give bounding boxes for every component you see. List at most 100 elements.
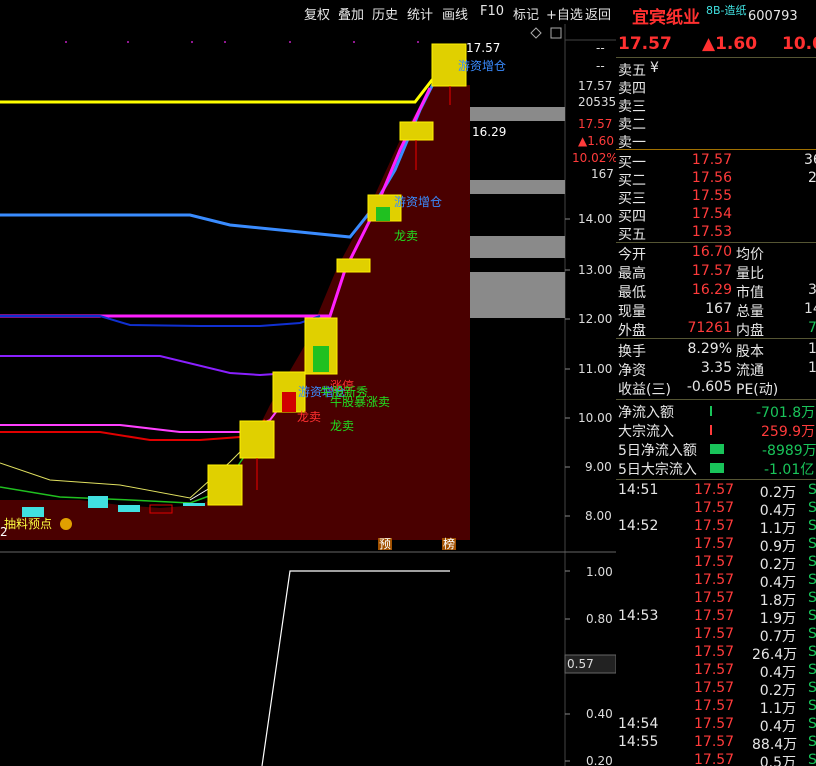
indicator-line [261, 570, 450, 766]
info-value: -- [596, 59, 605, 73]
toolbar-history-button[interactable]: 历史 [372, 4, 398, 23]
ma-line-white [189, 487, 211, 501]
quote-row: 收益(三) -0.605 PE(动) [618, 379, 779, 398]
info-value: ▲1.60 [578, 134, 614, 148]
indicator-current-value: 0.57 [567, 657, 594, 671]
toolbar-f10-button[interactable]: F10 [480, 4, 504, 19]
toolbar-overlay-button[interactable]: 叠加 [338, 4, 364, 23]
quote-row: 今开 16.70 均价 [618, 244, 764, 263]
flow-row: 5日大宗流入 -1.01亿 [618, 462, 815, 478]
tick-row: 14:51 17.57 0.2万 S [618, 482, 816, 501]
annotation-label: 龙卖 [394, 229, 418, 243]
annotation-label: 龙卖 [297, 410, 321, 424]
price-axis: 14.00 13.00 12.00 11.00 10.00 9.00 8.00 [578, 212, 612, 523]
tick-row: 17.57 0.9万 S [694, 536, 816, 555]
price-change: ▲1.60 [702, 34, 758, 54]
toolbar-fuquan-button[interactable]: 复权 [304, 4, 330, 23]
price-axis-label: 14.00 [578, 212, 612, 226]
current-price: 17.57 [618, 34, 672, 54]
annotation-label: 游资增仓 [458, 59, 506, 73]
info-value: 17.57 [578, 79, 612, 93]
event-icon[interactable] [60, 518, 72, 530]
ma-line-red [0, 419, 266, 441]
ma-line-purple [0, 355, 291, 377]
stock-header[interactable]: 宜宾纸业 8B-造纸 600793 [616, 0, 816, 30]
flow-row: 大宗流入 259.9万 [618, 424, 816, 440]
price-axis-label: 13.00 [578, 263, 612, 277]
tick-row: 17.57 0.2万 S [694, 554, 816, 573]
info-value: -- [596, 41, 605, 55]
toolbar-draw-button[interactable]: 画线 [442, 4, 468, 23]
quote-sidebar: 宜宾纸业 8B-造纸 600793 17.57 ▲1.60 10.0 卖五¥ 卖… [616, 0, 816, 766]
tick-row: 14:53 17.57 1.9万 S [618, 608, 816, 627]
orderbook-sell-4[interactable]: 卖四 [616, 78, 816, 97]
candle [239, 420, 275, 459]
indicator-axis: 1.00 0.80 0.57 0.40 0.20 [564, 565, 616, 766]
quote-row: 净资 3.35 流通 1 [618, 360, 816, 379]
orderbook-buy-1[interactable]: 买一17.5736 [616, 152, 816, 171]
tick-row: 17.57 0.4万 S [694, 500, 816, 519]
ma-line-yellow [0, 68, 451, 104]
candle [313, 346, 329, 372]
price-info-panel: -- -- 17.57 20535 17.57 ▲1.60 10.02% 167 [572, 41, 616, 181]
orderbook-buy-2[interactable]: 买二 17.56 2 [616, 170, 816, 189]
tick-row: 17.57 0.5万 S [694, 752, 816, 766]
scroll-icons[interactable] [530, 27, 562, 39]
orderbook-sell-5[interactable]: 卖五 ¥ [616, 60, 816, 79]
tick-row: 17.57 0.4万 S [694, 662, 816, 681]
tick-row: 17.57 1.1万 S [694, 698, 816, 717]
info-value: 167 [591, 167, 614, 181]
orderbook-sell-3[interactable]: 卖三 [616, 96, 816, 115]
candle [22, 507, 44, 517]
orderbook-buy-4[interactable]: 买四 17.54 [616, 206, 816, 225]
tick-row: 14:55 17.57 88.4万 S [618, 734, 816, 753]
candle [336, 258, 371, 273]
info-value: 20535 [578, 95, 616, 109]
marker-bang: 榜 [443, 536, 455, 551]
bottom-left-label: 2 [0, 525, 8, 539]
tick-row: 14:52 17.57 1.1万 S [618, 518, 816, 537]
stock-name: 宜宾纸业 [632, 8, 700, 28]
price-axis-label: 9.00 [585, 460, 612, 474]
tick-row: 17.57 0.2万 S [694, 680, 816, 699]
indicator-axis-label: 1.00 [586, 565, 613, 579]
annotation-label: 牛股暴涨卖 [330, 394, 390, 409]
orderbook-sell-1[interactable]: 卖一 [616, 132, 816, 151]
annotation-label: 游资增仓 [394, 195, 442, 209]
price-axis-label: 8.00 [585, 509, 612, 523]
quote-row: 最低 16.29 市值 3 [618, 282, 816, 301]
candle [88, 496, 108, 508]
indicator-axis-label: 0.80 [586, 612, 613, 626]
info-value: 17.57 [578, 117, 612, 131]
orderbook-buy-3[interactable]: 买三 17.55 [616, 188, 816, 207]
candle [118, 505, 140, 512]
price-axis-label: 11.00 [578, 362, 612, 376]
kline-chart[interactable]: 17.57 16.29 游资增仓 游资增仓 龙卖 涨停 游资增仓 牛股新秀 牛股… [0, 24, 616, 766]
quote-row: 最高 17.57 量比 [618, 263, 764, 282]
toolbar-watchlist-button[interactable]: +自选 [546, 4, 583, 23]
toolbar-mark-button[interactable]: 标记 [513, 4, 539, 23]
low-price-label: 16.29 [472, 125, 506, 139]
candle [183, 503, 205, 506]
tick-row: 14:54 17.57 0.4万 S [618, 716, 816, 735]
orderbook-buy-5[interactable]: 买五 17.53 [616, 224, 816, 243]
flow-row: 净流入额 -701.8万 [618, 405, 816, 421]
indicator-axis-label: 0.40 [586, 707, 613, 721]
candle [376, 207, 390, 221]
tick-row: 17.57 0.4万 S [694, 572, 816, 591]
candle [282, 392, 296, 412]
toolbar-stats-button[interactable]: 统计 [407, 4, 433, 23]
orderbook-sell-2[interactable]: 卖二 [616, 114, 816, 133]
price-axis-label: 12.00 [578, 312, 612, 326]
candle [399, 121, 434, 141]
flow-row: 5日净流入额 -8989万 [618, 443, 816, 459]
toolbar-back-button[interactable]: 返回 [585, 4, 611, 23]
price-change-pct: 10.0 [782, 34, 816, 54]
price-header: 17.57 ▲1.60 10.0 [616, 32, 816, 56]
stock-sector-tag[interactable]: 8B-造纸 [706, 2, 747, 18]
candle [207, 464, 243, 506]
tick-row: 17.57 0.7万 S [694, 626, 816, 645]
tick-row: 17.57 26.4万 S [694, 644, 816, 663]
currency-unit: ¥ [650, 60, 659, 76]
marker-yu: 预 [379, 537, 391, 551]
